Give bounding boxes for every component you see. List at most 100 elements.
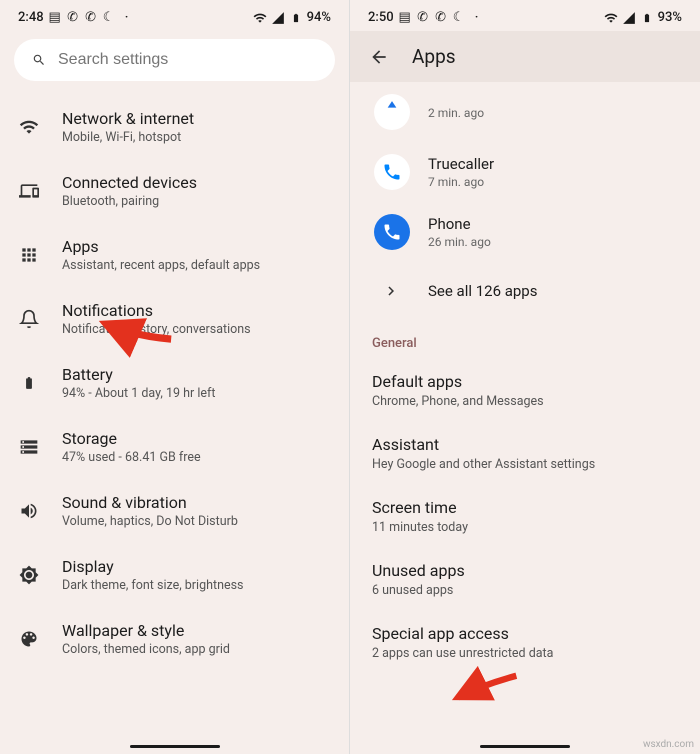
recent-app-row[interactable]: Truecaller 7 min. ago bbox=[350, 142, 700, 202]
status-time: 2:48 bbox=[18, 10, 44, 25]
setting-sub: Volume, haptics, Do Not Disturb bbox=[62, 514, 331, 529]
status-bar: 2:48 ▤ ✆ ✆ ☾ · 94% bbox=[0, 0, 349, 31]
setting-sub: Notification history, conversations bbox=[62, 322, 331, 337]
signal-icon bbox=[271, 11, 285, 25]
general-unused-apps[interactable]: Unused apps 6 unused apps bbox=[350, 548, 700, 611]
section-label: General bbox=[350, 320, 700, 359]
setting-title: Battery bbox=[62, 365, 331, 384]
recent-app-row[interactable]: 2 min. ago bbox=[350, 82, 700, 142]
setting-display[interactable]: Display Dark theme, font size, brightnes… bbox=[0, 543, 349, 607]
nav-handle[interactable] bbox=[480, 745, 570, 748]
app-sub: 26 min. ago bbox=[428, 235, 682, 249]
setting-title: Connected devices bbox=[62, 173, 331, 192]
status-bar: 2:50 ▤ ✆ ✆ ☾ · 93% bbox=[350, 0, 700, 31]
setting-title: Network & internet bbox=[62, 109, 331, 128]
setting-network[interactable]: Network & internet Mobile, Wi-Fi, hotspo… bbox=[0, 95, 349, 159]
apps-header: Apps bbox=[350, 31, 700, 82]
general-sub: 6 unused apps bbox=[372, 583, 678, 598]
apps-icon bbox=[18, 244, 40, 266]
general-title: Assistant bbox=[372, 435, 678, 454]
app-sub: 7 min. ago bbox=[428, 175, 682, 189]
battery-icon bbox=[18, 372, 40, 394]
app-title: Truecaller bbox=[428, 155, 682, 173]
recent-app-row[interactable]: Phone 26 min. ago bbox=[350, 202, 700, 262]
phone-icon: ✆ bbox=[416, 11, 430, 25]
general-sub: 2 apps can use unrestricted data bbox=[372, 646, 678, 661]
setting-connected[interactable]: Connected devices Bluetooth, pairing bbox=[0, 159, 349, 223]
watermark: wsxdn.com bbox=[643, 739, 694, 750]
setting-title: Sound & vibration bbox=[62, 493, 331, 512]
see-all-label: See all 126 apps bbox=[428, 282, 537, 300]
setting-storage[interactable]: Storage 47% used - 68.41 GB free bbox=[0, 415, 349, 479]
status-battery: 93% bbox=[658, 10, 682, 25]
general-sub: Chrome, Phone, and Messages bbox=[372, 394, 678, 409]
brightness-icon bbox=[18, 564, 40, 586]
search-bar[interactable] bbox=[14, 39, 335, 81]
setting-sub: Bluetooth, pairing bbox=[62, 194, 331, 209]
clock-icon: ✆ bbox=[434, 11, 448, 25]
general-title: Default apps bbox=[372, 372, 678, 391]
general-title: Unused apps bbox=[372, 561, 678, 580]
settings-screen: 2:48 ▤ ✆ ✆ ☾ · 94% bbox=[0, 0, 350, 754]
wifi-icon bbox=[604, 11, 618, 25]
apps-screen: 2:50 ▤ ✆ ✆ ☾ · 93% Apps 2 min. ago bbox=[350, 0, 700, 754]
setting-sound[interactable]: Sound & vibration Volume, haptics, Do No… bbox=[0, 479, 349, 543]
dot-icon: · bbox=[470, 11, 484, 25]
message-icon: ▤ bbox=[48, 11, 62, 25]
phone-icon: ✆ bbox=[66, 11, 80, 25]
app-sub: 2 min. ago bbox=[428, 106, 682, 120]
general-default-apps[interactable]: Default apps Chrome, Phone, and Messages bbox=[350, 359, 700, 422]
search-input[interactable] bbox=[58, 51, 317, 69]
setting-notifications[interactable]: Notifications Notification history, conv… bbox=[0, 287, 349, 351]
back-icon[interactable] bbox=[368, 46, 390, 68]
setting-title: Display bbox=[62, 557, 331, 576]
devices-icon bbox=[18, 180, 40, 202]
setting-sub: 47% used - 68.41 GB free bbox=[62, 450, 331, 465]
setting-sub: Mobile, Wi-Fi, hotspot bbox=[62, 130, 331, 145]
setting-title: Apps bbox=[62, 237, 331, 256]
setting-wallpaper[interactable]: Wallpaper & style Colors, themed icons, … bbox=[0, 607, 349, 671]
general-title: Screen time bbox=[372, 498, 678, 517]
setting-battery[interactable]: Battery 94% - About 1 day, 19 hr left bbox=[0, 351, 349, 415]
see-all-apps[interactable]: See all 126 apps bbox=[350, 262, 700, 320]
clock-icon: ✆ bbox=[84, 11, 98, 25]
setting-apps[interactable]: Apps Assistant, recent apps, default app… bbox=[0, 223, 349, 287]
search-icon bbox=[32, 53, 46, 67]
status-battery: 94% bbox=[307, 10, 331, 25]
general-title: Special app access bbox=[372, 624, 678, 643]
settings-list: Network & internet Mobile, Wi-Fi, hotspo… bbox=[0, 95, 349, 711]
chevron-right-icon bbox=[380, 280, 402, 302]
volume-icon bbox=[18, 500, 40, 522]
setting-title: Notifications bbox=[62, 301, 331, 320]
general-special-access[interactable]: Special app access 2 apps can use unrest… bbox=[350, 611, 700, 674]
general-assistant[interactable]: Assistant Hey Google and other Assistant… bbox=[350, 422, 700, 485]
moon-icon: ☾ bbox=[452, 11, 466, 25]
truecaller-icon bbox=[374, 154, 410, 190]
bell-icon bbox=[18, 308, 40, 330]
page-title: Apps bbox=[412, 45, 456, 68]
storage-icon bbox=[18, 436, 40, 458]
moon-icon: ☾ bbox=[102, 11, 116, 25]
app-title: Phone bbox=[428, 215, 682, 233]
status-time: 2:50 bbox=[368, 10, 394, 25]
palette-icon bbox=[18, 628, 40, 650]
battery-icon bbox=[640, 11, 654, 25]
setting-sub: Colors, themed icons, app grid bbox=[62, 642, 331, 657]
setting-title: Wallpaper & style bbox=[62, 621, 331, 640]
app-icon bbox=[374, 94, 410, 130]
dot-icon: · bbox=[120, 11, 134, 25]
general-sub: Hey Google and other Assistant settings bbox=[372, 457, 678, 472]
signal-icon bbox=[622, 11, 636, 25]
general-sub: 11 minutes today bbox=[372, 520, 678, 535]
wifi-icon bbox=[18, 116, 40, 138]
nav-handle[interactable] bbox=[130, 745, 220, 748]
setting-sub: Dark theme, font size, brightness bbox=[62, 578, 331, 593]
message-icon: ▤ bbox=[398, 11, 412, 25]
phone-app-icon bbox=[374, 214, 410, 250]
wifi-icon bbox=[253, 11, 267, 25]
battery-icon bbox=[289, 11, 303, 25]
setting-sub: Assistant, recent apps, default apps bbox=[62, 258, 331, 273]
setting-sub: 94% - About 1 day, 19 hr left bbox=[62, 386, 331, 401]
setting-title: Storage bbox=[62, 429, 331, 448]
general-screen-time[interactable]: Screen time 11 minutes today bbox=[350, 485, 700, 548]
